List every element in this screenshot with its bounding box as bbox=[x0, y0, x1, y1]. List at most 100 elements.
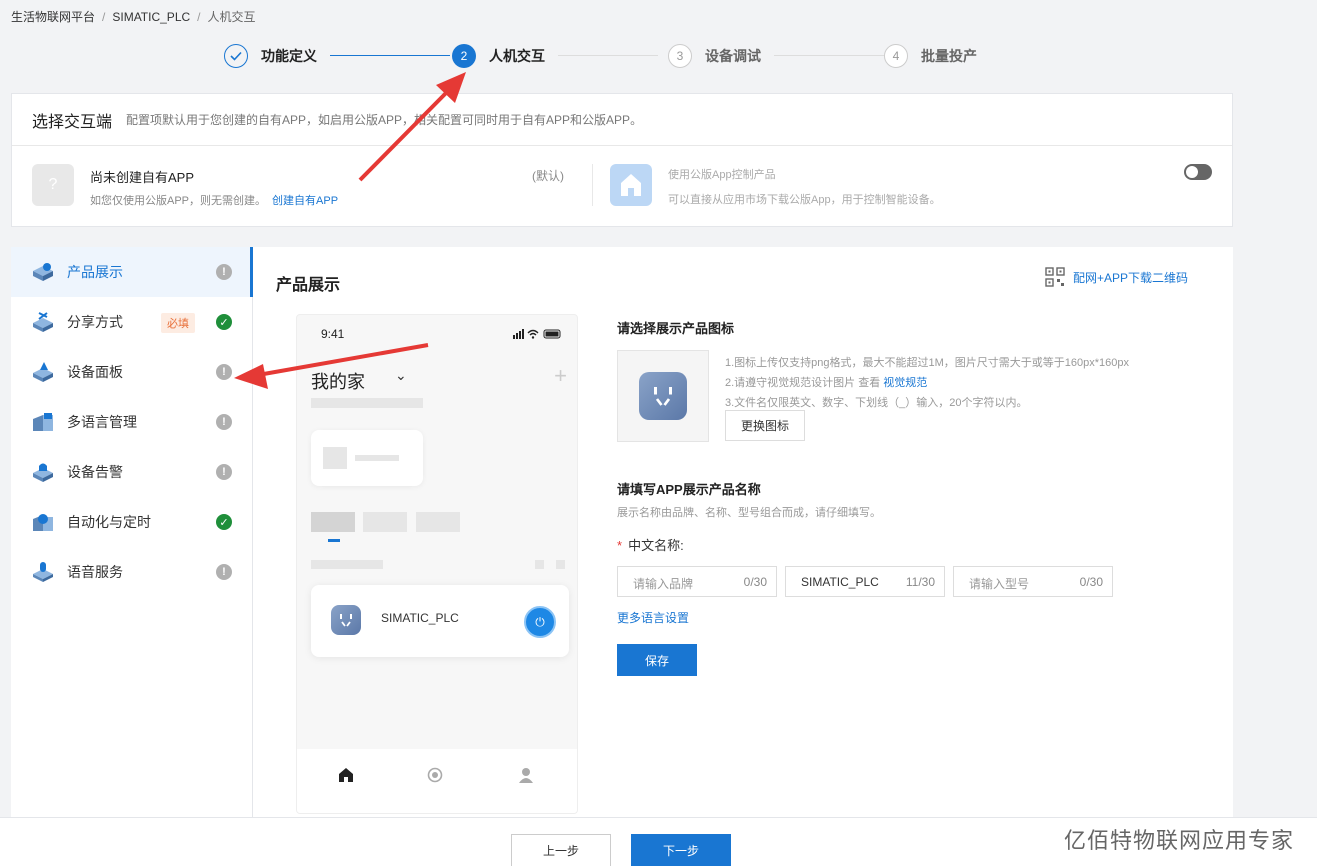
language-icon bbox=[31, 411, 55, 433]
socket-icon bbox=[331, 605, 361, 635]
complete-check-icon: ✓ bbox=[216, 314, 232, 330]
step-label: 批量投产 bbox=[921, 48, 977, 64]
automation-icon bbox=[31, 511, 55, 533]
sidebar-item-label: 语音服务 bbox=[67, 564, 123, 580]
step-number: 4 bbox=[884, 44, 908, 68]
product-icon-preview bbox=[617, 350, 709, 442]
skeleton-dot bbox=[556, 560, 565, 569]
sidebar-item-device-panel[interactable]: 设备面板 ! bbox=[11, 347, 252, 397]
qr-link-label: 配网+APP下载二维码 bbox=[1073, 270, 1189, 285]
model-char-count: 0/30 bbox=[1079, 575, 1103, 589]
socket-icon bbox=[639, 372, 687, 420]
step-check-icon bbox=[224, 44, 248, 68]
voice-icon bbox=[31, 561, 55, 583]
visual-guideline-link[interactable]: 视觉规范 bbox=[883, 377, 927, 389]
add-icon: + bbox=[554, 363, 567, 388]
warning-status-icon: ! bbox=[216, 464, 232, 480]
interaction-card-title: 选择交互端 bbox=[32, 113, 113, 131]
product-display-icon bbox=[31, 261, 55, 283]
breadcrumb: 生活物联网平台 / SIMATIC_PLC / 人机交互 bbox=[11, 8, 256, 25]
model-placeholder: 请输入型号 bbox=[969, 577, 1030, 591]
step-connector bbox=[330, 55, 450, 56]
chinese-name-label: * 中文名称: bbox=[617, 535, 684, 554]
brand-input[interactable]: 请输入品牌 0/30 bbox=[617, 566, 777, 597]
phone-device-card: SIMATIC_PLC ⏻ bbox=[311, 585, 569, 657]
sidebar-item-alarm[interactable]: 设备告警 ! bbox=[11, 447, 252, 497]
share-icon bbox=[31, 311, 55, 333]
power-icon: ⏻ bbox=[524, 606, 556, 638]
own-app-hint: 如您仅使用公版APP，则无需创建。 bbox=[90, 195, 267, 207]
phone-preview: 9:41 我的家 ⌄ + SIMATIC_PLC ⏻ bbox=[296, 314, 578, 814]
skeleton-tab bbox=[416, 512, 460, 532]
sidebar-item-label: 自动化与定时 bbox=[67, 514, 151, 530]
chevron-down-icon: ⌄ bbox=[395, 367, 407, 383]
config-sidebar: 产品展示 ! 分享方式 必填 ✓ 设备面板 ! 多语言管理 ! 设备告警 ! 自… bbox=[11, 247, 253, 817]
step-hmi[interactable]: 2 人机交互 bbox=[452, 44, 545, 68]
scene-tab-icon bbox=[427, 767, 443, 783]
product-name-char-count: 11/30 bbox=[905, 575, 935, 589]
sidebar-item-label: 多语言管理 bbox=[67, 414, 137, 430]
breadcrumb-platform[interactable]: 生活物联网平台 bbox=[11, 10, 95, 24]
skeleton-dot bbox=[535, 560, 544, 569]
step-progress: 功能定义 2 人机交互 3 设备调试 4 批量投产 bbox=[224, 44, 984, 68]
create-own-app-link[interactable]: 创建自有APP bbox=[272, 195, 338, 207]
breadcrumb-separator: / bbox=[197, 10, 201, 24]
interaction-card-desc: 配置项默认用于您创建的自有APP，如启用公版APP，相关配置可同时用于自有APP… bbox=[126, 113, 643, 127]
save-button[interactable]: 保存 bbox=[617, 644, 697, 676]
model-input[interactable]: 请输入型号 0/30 bbox=[953, 566, 1113, 597]
step-debug[interactable]: 3 设备调试 bbox=[668, 44, 761, 68]
step-mass-production[interactable]: 4 批量投产 bbox=[884, 44, 977, 68]
own-app-placeholder-icon: ? bbox=[32, 164, 74, 206]
warning-status-icon: ! bbox=[216, 564, 232, 580]
own-app-subtext: 如您仅使用公版APP，则无需创建。 创建自有APP bbox=[90, 192, 338, 208]
phone-time: 9:41 bbox=[321, 327, 345, 341]
step-connector bbox=[774, 55, 884, 56]
change-icon-button[interactable]: 更换图标 bbox=[725, 410, 805, 441]
next-step-button[interactable]: 下一步 bbox=[631, 834, 731, 866]
sidebar-item-label: 设备告警 bbox=[67, 464, 123, 480]
breadcrumb-separator: / bbox=[102, 10, 106, 24]
icon-hint-3: 3.文件名仅限英文、数字、下划线（_）输入，20个字符以内。 bbox=[725, 397, 1028, 409]
device-panel-icon bbox=[31, 361, 55, 383]
previous-step-button[interactable]: 上一步 bbox=[511, 834, 611, 866]
phone-bottom-nav bbox=[297, 749, 577, 813]
name-section-title: 请填写APP展示产品名称 bbox=[617, 482, 761, 497]
brand-char-count: 0/30 bbox=[743, 575, 767, 589]
phone-home-title: 我的家 bbox=[311, 372, 365, 392]
sidebar-item-label: 产品展示 bbox=[67, 264, 123, 280]
skeleton-bar bbox=[311, 398, 423, 408]
skeleton-card bbox=[311, 430, 423, 486]
complete-check-icon: ✓ bbox=[216, 514, 232, 530]
product-display-panel: 产品展示 配网+APP下载二维码 9:41 我的家 ⌄ + SIMATIC_PL… bbox=[253, 247, 1233, 817]
sidebar-item-automation[interactable]: 自动化与定时 ✓ bbox=[11, 497, 252, 547]
more-language-settings-link[interactable]: 更多语言设置 bbox=[617, 609, 689, 626]
sidebar-item-language[interactable]: 多语言管理 ! bbox=[11, 397, 252, 447]
interaction-card: 选择交互端 配置项默认用于您创建的自有APP，如启用公版APP，相关配置可同时用… bbox=[11, 93, 1233, 227]
step-label: 人机交互 bbox=[489, 48, 545, 64]
option-divider bbox=[592, 164, 593, 206]
step-label: 设备调试 bbox=[705, 48, 761, 64]
sidebar-item-share[interactable]: 分享方式 必填 ✓ bbox=[11, 297, 252, 347]
step-function-definition[interactable]: 功能定义 bbox=[224, 44, 317, 68]
profile-tab-icon bbox=[519, 768, 533, 783]
chinese-name-label-text: 中文名称: bbox=[628, 538, 684, 553]
icon-hint-1: 1.图标上传仅支持png格式，最大不能超过1M，图片尺寸需大于或等于160px*… bbox=[725, 357, 1130, 369]
qr-download-link[interactable]: 配网+APP下载二维码 bbox=[1045, 267, 1188, 287]
qr-code-icon bbox=[1045, 267, 1065, 287]
sidebar-item-voice[interactable]: 语音服务 ! bbox=[11, 547, 252, 597]
step-connector bbox=[558, 55, 658, 56]
public-app-toggle[interactable] bbox=[1184, 164, 1212, 180]
public-app-title: 使用公版App控制产品 bbox=[668, 169, 776, 181]
product-name-input[interactable]: SIMATIC_PLC 11/30 bbox=[785, 566, 945, 597]
own-app-title: 尚未创建自有APP bbox=[90, 170, 195, 185]
warning-status-icon: ! bbox=[216, 264, 232, 280]
home-tab-icon bbox=[339, 768, 353, 782]
default-tag: (默认) bbox=[532, 169, 564, 183]
warning-status-icon: ! bbox=[216, 364, 232, 380]
required-star: * bbox=[617, 538, 623, 553]
public-app-subtext: 可以直接从应用市场下载公版App，用于控制智能设备。 bbox=[668, 194, 941, 206]
sidebar-item-product-display[interactable]: 产品展示 ! bbox=[11, 247, 253, 297]
public-app-home-icon bbox=[610, 164, 652, 206]
warning-status-icon: ! bbox=[216, 414, 232, 430]
breadcrumb-product[interactable]: SIMATIC_PLC bbox=[112, 10, 190, 24]
